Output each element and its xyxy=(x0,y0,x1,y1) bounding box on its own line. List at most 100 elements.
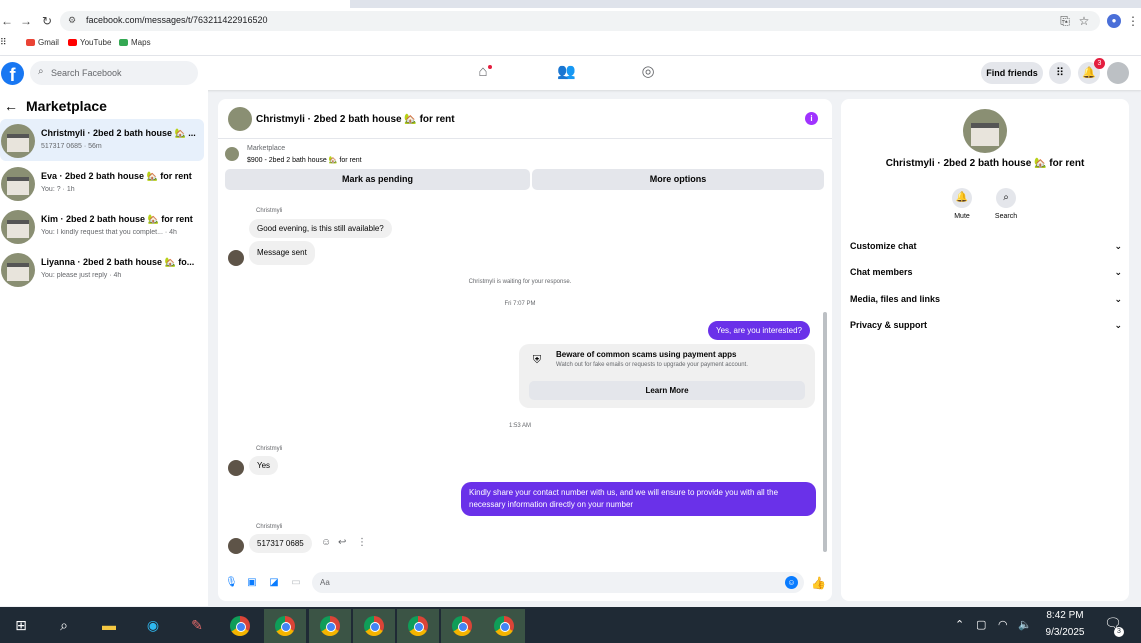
react-icon[interactable]: ☺ xyxy=(321,537,331,548)
privacy-support-row[interactable]: Privacy & support ⌄ xyxy=(850,320,1122,340)
menu-icon[interactable]: ⋮ xyxy=(1126,14,1140,28)
info-icon[interactable]: i xyxy=(805,112,818,125)
forward-icon[interactable]: → xyxy=(19,14,33,28)
install-icon[interactable]: ⎘ xyxy=(1058,14,1072,28)
gmail-icon xyxy=(26,39,35,46)
chrome-profile-icon[interactable] xyxy=(441,609,483,643)
sender-avatar[interactable] xyxy=(228,460,244,476)
chat-scrollbar[interactable] xyxy=(822,199,828,561)
edge-icon[interactable]: ◉ xyxy=(141,613,165,637)
more-options-button[interactable]: More options xyxy=(532,169,824,190)
incoming-message[interactable]: 517317 0685 xyxy=(249,534,312,553)
active-tab[interactable] xyxy=(0,0,350,8)
chrome-profile-icon[interactable] xyxy=(483,609,525,643)
address-bar[interactable]: ⚙ facebook.com/messages/t/76321142291652… xyxy=(60,11,1100,31)
chat-members-row[interactable]: Chat members ⌄ xyxy=(850,267,1122,287)
conversation-name: Eva · 2bed 2 bath house 🏡 for rent xyxy=(41,171,192,181)
timestamp: Fri 7:07 PM xyxy=(504,301,536,307)
conversation-item[interactable]: Kim · 2bed 2 bath house 🏡 for rent You: … xyxy=(0,205,204,247)
listing-image[interactable] xyxy=(963,109,1007,153)
chevron-down-icon: ⌄ xyxy=(1114,267,1122,277)
listing-thumbnail xyxy=(1,124,35,158)
outgoing-message[interactable]: Yes, are you interested? xyxy=(708,321,810,340)
scam-warning-body: Watch out for fake emails or requests to… xyxy=(556,362,748,368)
facebook-logo-icon[interactable]: f xyxy=(1,62,24,85)
clock-date[interactable]: 9/3/2025 xyxy=(1030,627,1100,638)
groups-icon[interactable]: ◎ xyxy=(639,63,657,81)
chat-avatar[interactable] xyxy=(228,107,252,131)
notification-badge: 3 xyxy=(1094,58,1105,69)
conversation-item[interactable]: Eva · 2bed 2 bath house 🏡 for rent You: … xyxy=(0,162,204,204)
browser-toolbar: ← → ↻ ⚙ facebook.com/messages/t/76321142… xyxy=(0,0,1141,56)
incoming-message[interactable]: Good evening, is this still available? xyxy=(249,219,392,238)
mark-as-pending-button[interactable]: Mark as pending xyxy=(225,169,530,190)
site-info-icon[interactable]: ⚙ xyxy=(68,15,76,26)
incoming-message[interactable]: Message sent xyxy=(249,241,315,265)
search-input[interactable]: ⌕ Search Facebook xyxy=(30,61,198,85)
chat-panel: Christmyli · 2bed 2 bath house 🏡 for ren… xyxy=(218,99,832,601)
bookmark-gmail[interactable]: Gmail xyxy=(26,38,59,47)
wifi-icon[interactable]: ◠ xyxy=(998,618,1008,631)
more-icon[interactable]: ⋮ xyxy=(357,537,367,548)
sender-name: Christmyli xyxy=(256,524,283,530)
search-icon: ⌕ xyxy=(38,66,44,77)
listing-thumbnail xyxy=(1,253,35,287)
listing-thumbnail[interactable] xyxy=(225,147,239,161)
friends-icon[interactable]: 👥 xyxy=(557,63,576,81)
chrome-profile-icon[interactable] xyxy=(309,609,351,643)
chrome-icon[interactable] xyxy=(219,609,261,643)
file-explorer-icon[interactable]: ▬ xyxy=(97,613,121,637)
media-files-links-row[interactable]: Media, files and links ⌄ xyxy=(850,294,1122,314)
conversation-name: Christmyli · 2bed 2 bath house 🏡 ... xyxy=(41,128,196,138)
profile-icon[interactable]: ● xyxy=(1107,14,1121,28)
shield-icon: ⛨ xyxy=(532,354,542,366)
bookmark-maps[interactable]: Maps xyxy=(119,38,151,47)
apps-icon[interactable]: ⠿ xyxy=(0,37,7,48)
chrome-window-icon[interactable] xyxy=(264,609,306,643)
meet-now-icon[interactable]: ▢ xyxy=(976,618,986,631)
chrome-profile-icon[interactable] xyxy=(353,609,395,643)
marketplace-conversations-panel: ← Marketplace Christmyli · 2bed 2 bath ho… xyxy=(0,90,208,606)
conversation-item[interactable]: Christmyli · 2bed 2 bath house 🏡 ... 517… xyxy=(0,119,204,161)
message-input[interactable]: Aa ☺ xyxy=(312,572,804,593)
account-avatar[interactable] xyxy=(1107,62,1129,84)
show-hidden-icons[interactable]: ⌃ xyxy=(955,618,964,631)
chat-title[interactable]: Christmyli · 2bed 2 bath house 🏡 for ren… xyxy=(256,114,455,125)
reply-icon[interactable]: ↩ xyxy=(338,537,346,548)
listing-thumbnail xyxy=(1,167,35,201)
mute-button[interactable]: 🔔 Mute xyxy=(942,188,982,220)
conversation-name: Liyanna · 2bed 2 bath house 🏡 fo... xyxy=(41,257,195,267)
bookmark-youtube[interactable]: YouTube xyxy=(68,38,111,47)
gif-icon[interactable]: ▭ xyxy=(290,577,302,589)
marketplace-label: Marketplace xyxy=(247,145,286,152)
windows-start-icon[interactable]: ⊞ xyxy=(9,613,33,637)
chrome-profile-icon[interactable] xyxy=(397,609,439,643)
menu-grid-icon[interactable]: ⠿ xyxy=(1049,62,1071,84)
home-notification-dot xyxy=(488,65,492,69)
panel-title: ← Marketplace xyxy=(4,98,107,114)
sender-avatar[interactable] xyxy=(228,538,244,554)
search-icon: ⌕ xyxy=(996,188,1016,208)
search-icon[interactable]: ⌕ xyxy=(52,613,76,637)
incoming-message[interactable]: Yes xyxy=(249,456,279,475)
learn-more-button[interactable]: Learn More xyxy=(529,381,805,400)
bookmark-star-icon[interactable]: ☆ xyxy=(1077,14,1091,28)
conversation-item[interactable]: Liyanna · 2bed 2 bath house 🏡 fo... You:… xyxy=(0,248,204,290)
sticker-icon[interactable]: ◪ xyxy=(268,577,280,589)
sender-avatar[interactable] xyxy=(228,250,244,266)
like-icon[interactable]: 👍 xyxy=(811,576,826,590)
back-icon[interactable]: ← xyxy=(0,14,14,28)
clock-time[interactable]: 8:42 PM xyxy=(1030,610,1100,621)
back-arrow-icon[interactable]: ← xyxy=(4,98,18,114)
outgoing-message[interactable]: Kindly share your contact number with us… xyxy=(461,482,816,516)
find-friends-button[interactable]: Find friends xyxy=(981,62,1043,84)
photo-icon[interactable]: ▣ xyxy=(246,577,258,589)
paint-icon[interactable]: ✎ xyxy=(185,613,209,637)
emoji-icon[interactable]: ☺ xyxy=(785,576,798,589)
reload-icon[interactable]: ↻ xyxy=(40,14,54,28)
microphone-icon[interactable]: 🎙 xyxy=(225,577,238,589)
search-conversation-button[interactable]: ⌕ Search xyxy=(986,188,1026,220)
listing-title[interactable]: $900 - 2bed 2 bath house 🏡 for rent xyxy=(247,156,362,164)
scrollbar-thumb[interactable] xyxy=(823,312,827,552)
customize-chat-row[interactable]: Customize chat ⌄ xyxy=(850,241,1122,261)
